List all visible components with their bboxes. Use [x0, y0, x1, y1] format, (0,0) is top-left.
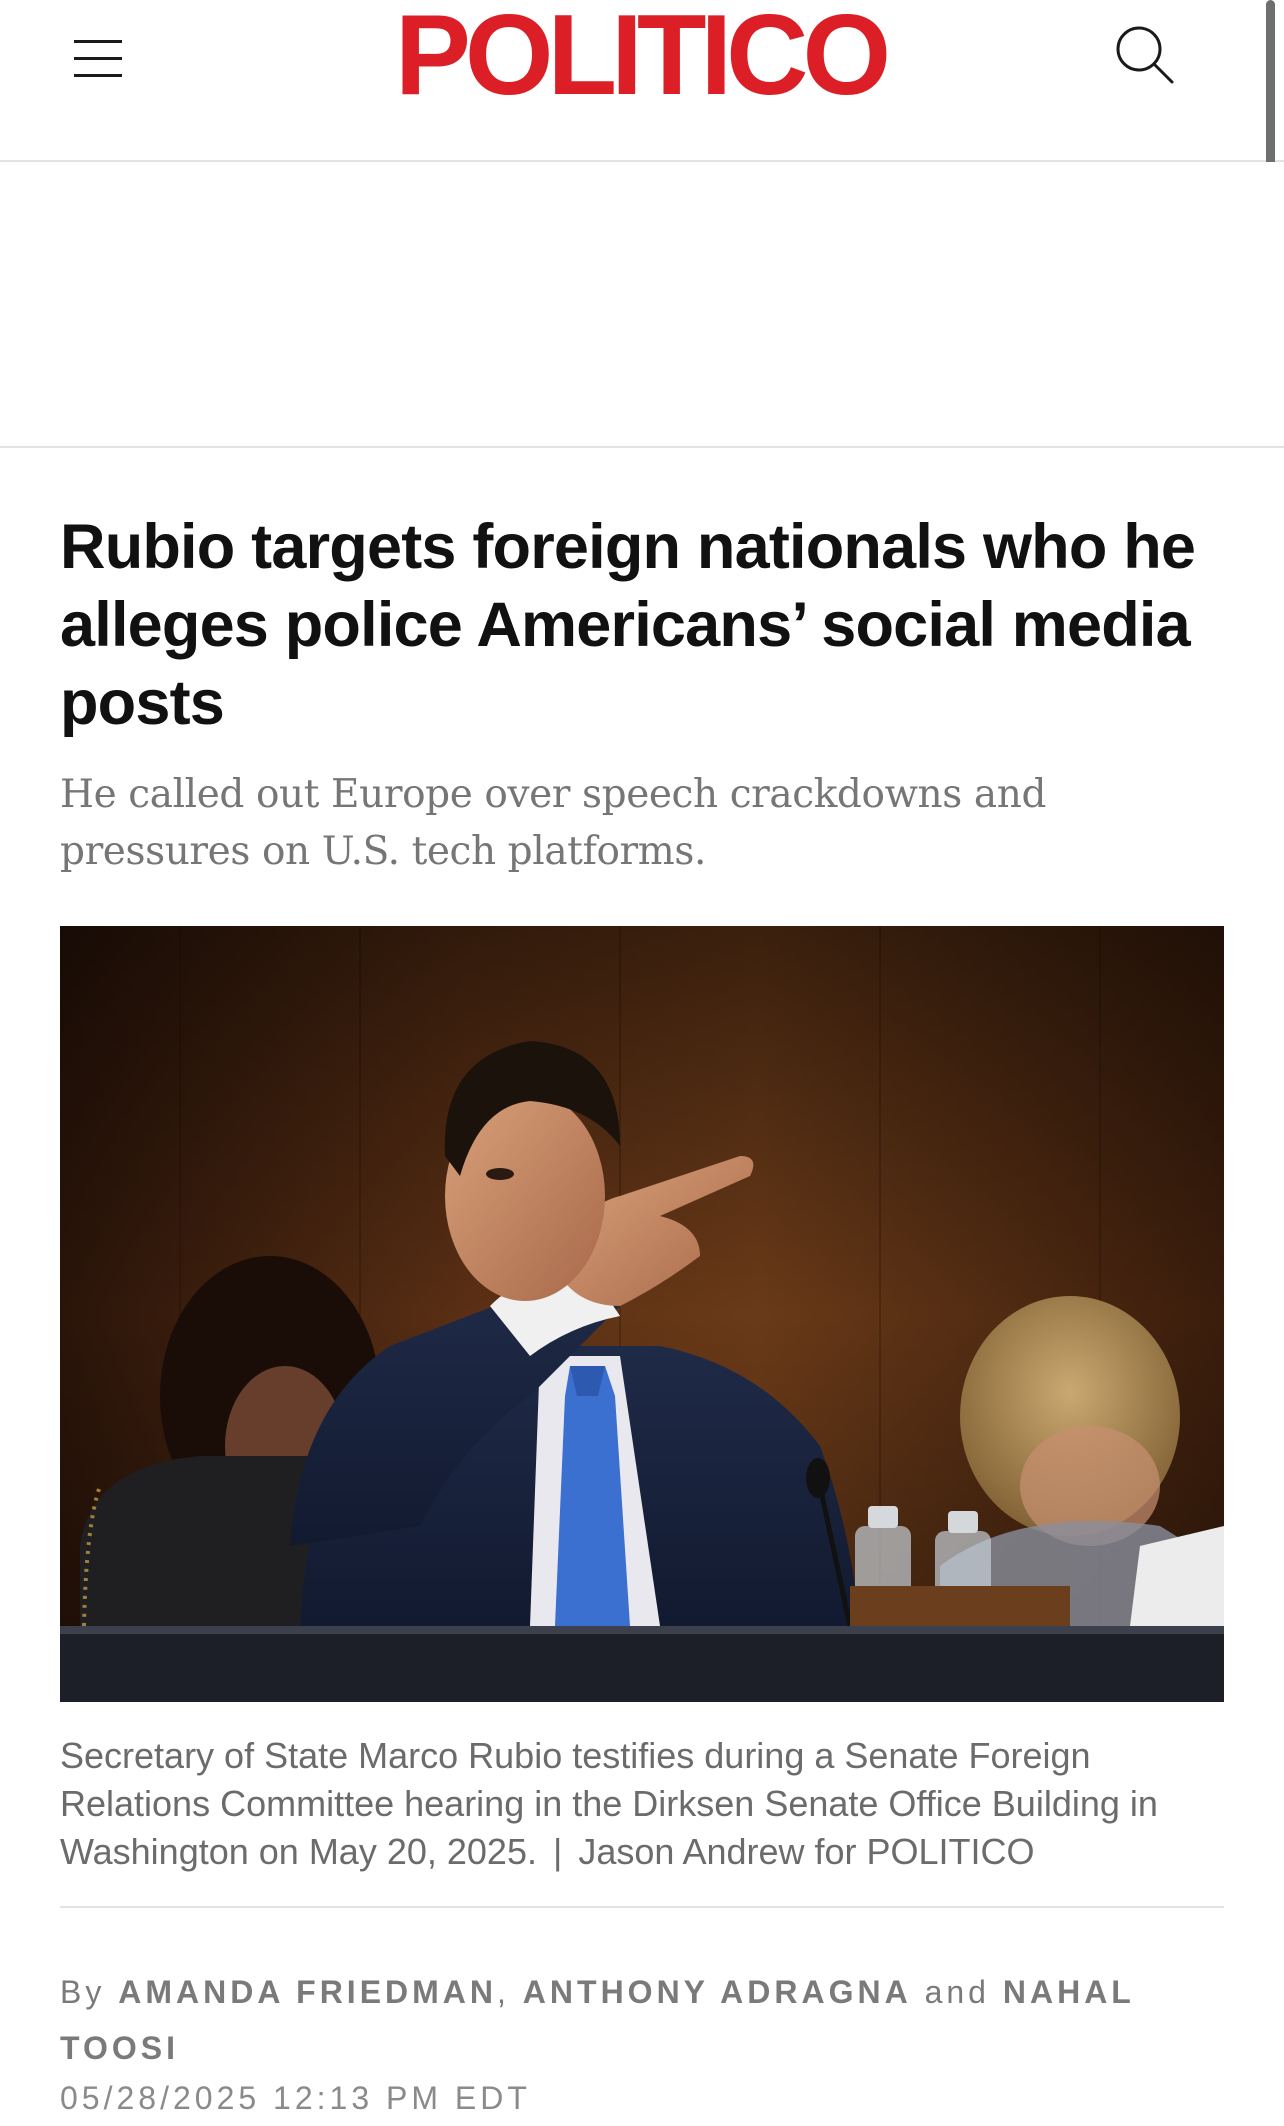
caption-divider: [60, 1906, 1224, 1908]
lead-photo[interactable]: [60, 926, 1224, 1702]
caption-separator: |: [552, 1831, 563, 1872]
site-header: POLITICO: [0, 0, 1284, 162]
byline-conjunction: and: [924, 1974, 990, 2010]
publish-timestamp: 05/28/2025 12:13 PM EDT: [60, 2080, 531, 2116]
author-link[interactable]: Amanda Friedman: [118, 1974, 497, 2010]
article-headline: Rubio targets foreign nationals who he a…: [60, 512, 1196, 738]
byline-comma: ,: [497, 1974, 510, 2010]
author-link[interactable]: Anthony Adragna: [523, 1974, 912, 2010]
lead-photo-image: [60, 926, 1224, 1702]
article-dek: He called out Europe over speech crackdo…: [60, 772, 1047, 874]
byline-prefix: By: [60, 1974, 106, 2010]
ad-slot: [0, 162, 1284, 448]
politico-logo[interactable]: POLITICO: [370, 0, 910, 113]
hamburger-menu-icon[interactable]: [62, 30, 134, 86]
search-icon[interactable]: [1108, 18, 1178, 88]
byline: By Amanda Friedman, Anthony Adragna and …: [60, 1964, 1224, 2076]
photo-credit: Jason Andrew for POLITICO: [578, 1831, 1035, 1872]
photo-caption: Secretary of State Marco Rubio testifies…: [60, 1732, 1224, 1876]
